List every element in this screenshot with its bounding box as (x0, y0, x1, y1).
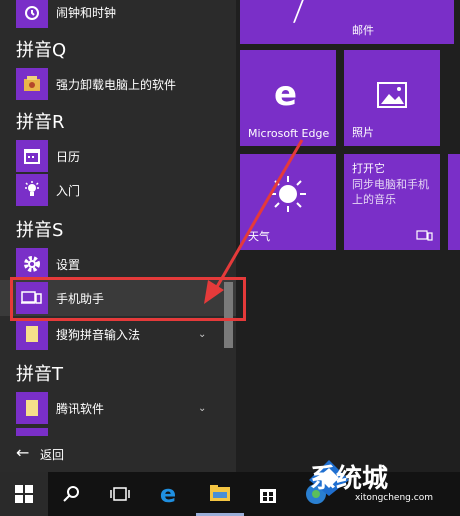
store-icon (260, 489, 276, 503)
edge-icon: e (159, 480, 177, 508)
watermark-url: xitongcheng.com (355, 493, 433, 503)
task-view-button[interactable] (96, 472, 144, 516)
edge-taskbar-button[interactable]: e (144, 472, 192, 516)
windows-logo-icon (15, 485, 33, 503)
annotation-arrow (204, 139, 304, 304)
watermark-text: 系统城 (310, 464, 389, 494)
store-button[interactable] (244, 472, 292, 516)
search-button[interactable] (48, 472, 96, 516)
search-icon (63, 486, 79, 502)
start-button[interactable] (0, 472, 48, 516)
task-view-icon (110, 487, 130, 501)
folder-icon (210, 484, 230, 501)
file-explorer-button[interactable] (196, 472, 244, 516)
